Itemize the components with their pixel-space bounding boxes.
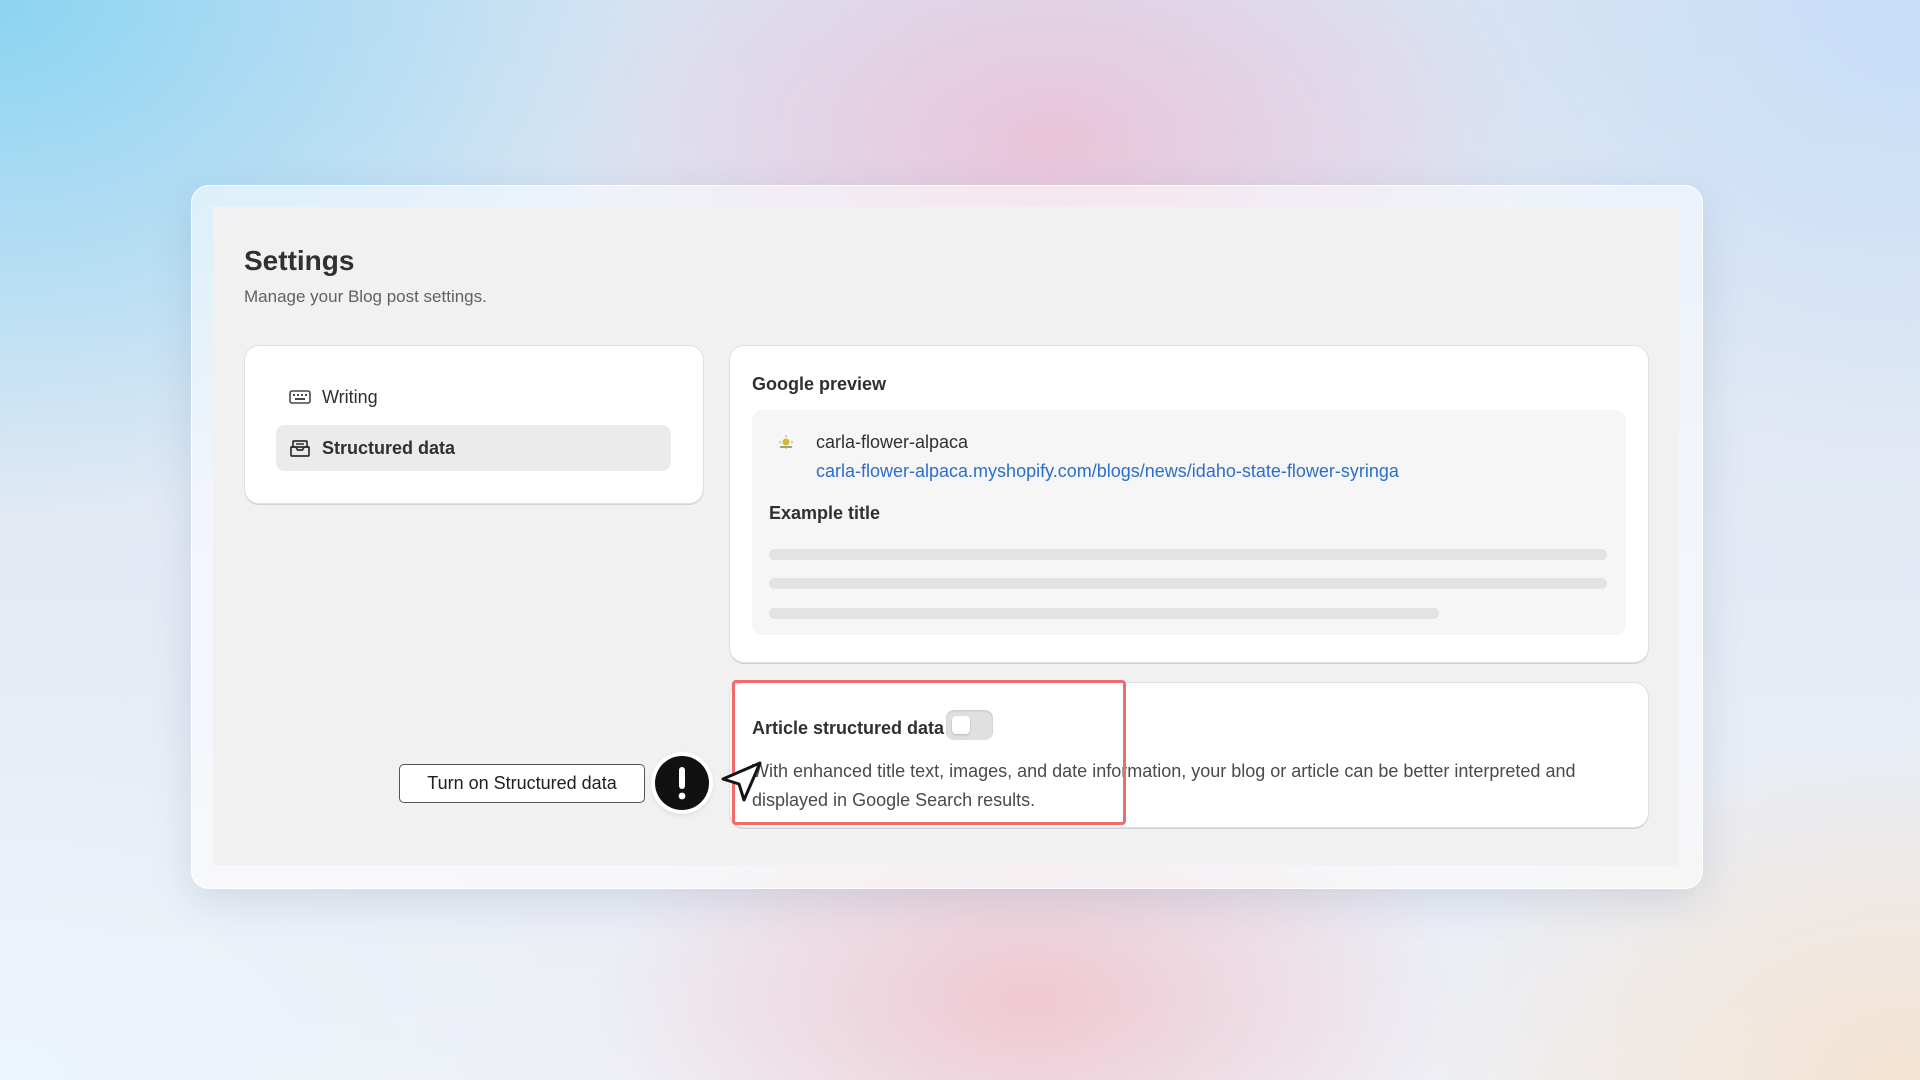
nav-item-structured-data[interactable]: Structured data — [276, 425, 671, 471]
skeleton-line — [769, 578, 1607, 589]
page-subtitle: Manage your Blog post settings. — [244, 287, 487, 306]
toggle-knob — [952, 716, 970, 734]
nav-item-label: Writing — [322, 386, 378, 407]
google-preview-heading: Google preview — [752, 374, 887, 394]
inbox-icon — [288, 436, 312, 460]
search-result-preview: carla-flower-alpaca carla-flower-alpaca.… — [752, 410, 1626, 635]
pointer-arrow-icon — [718, 758, 764, 804]
skeleton-line — [769, 549, 1607, 560]
nav-item-label: Structured data — [322, 437, 456, 458]
article-structured-data-heading: Article structured data — [752, 718, 945, 738]
settings-nav: Writing Structured data — [245, 346, 703, 504]
article-structured-data-card: Article structured data With enhanced ti… — [730, 683, 1648, 828]
example-title: Example title — [769, 503, 881, 523]
skeleton-line — [769, 608, 1439, 619]
site-name: carla-flower-alpaca — [816, 432, 969, 452]
article-structured-data-description: With enhanced title text, images, and da… — [752, 761, 1576, 810]
structured-data-toggle[interactable] — [946, 710, 993, 740]
nav-item-writing[interactable]: Writing — [276, 374, 671, 420]
keyboard-icon — [288, 385, 312, 409]
exclamation-icon — [655, 756, 709, 810]
google-preview-card: Google preview carla-flower-alpaca carla… — [730, 346, 1648, 663]
turn-on-structured-data-button[interactable]: Turn on Structured data — [399, 764, 645, 803]
sun-icon — [778, 434, 794, 450]
site-url-link[interactable]: carla-flower-alpaca.myshopify.com/blogs/… — [816, 461, 1399, 482]
page-title: Settings — [244, 245, 355, 276]
